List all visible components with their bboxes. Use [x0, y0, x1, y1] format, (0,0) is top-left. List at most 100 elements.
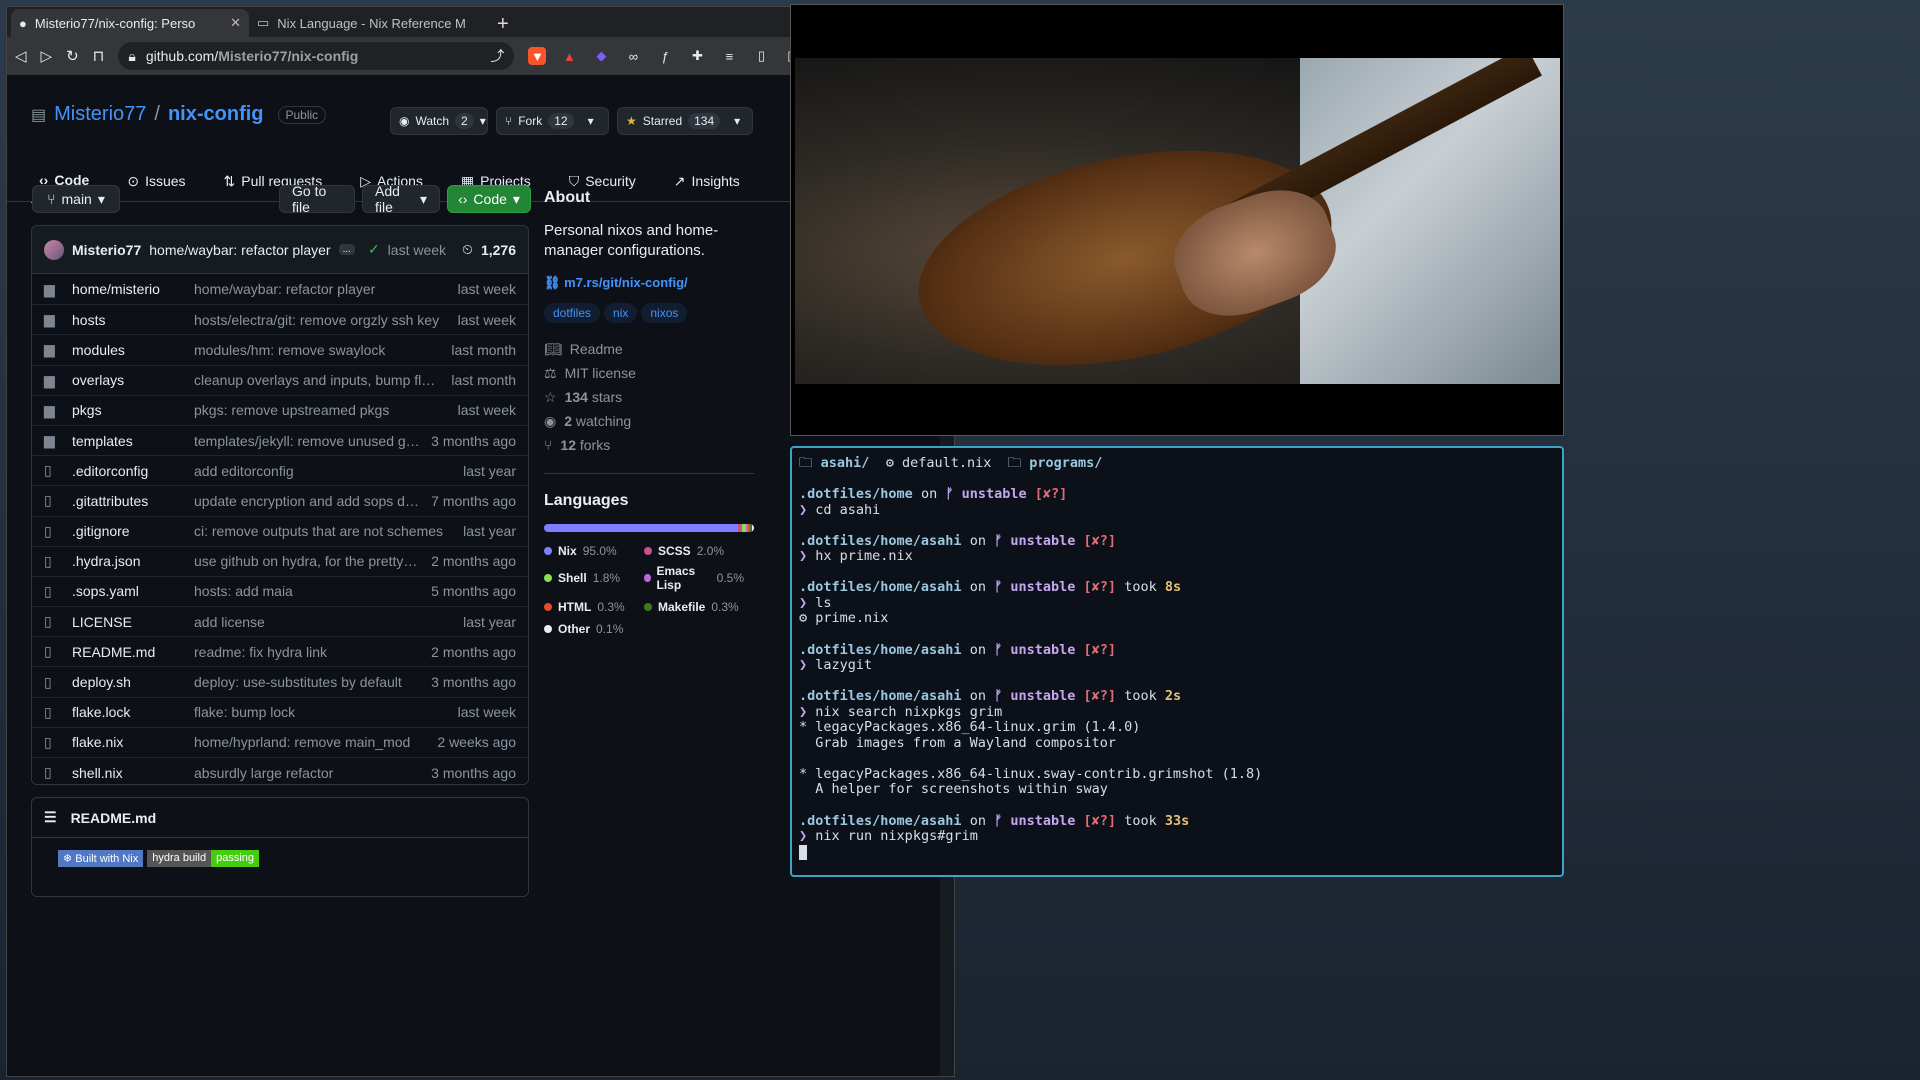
video-player-window[interactable] [790, 4, 1564, 436]
watch-button[interactable]: ◉ Watch 2 ▾ [390, 107, 488, 135]
built-with-nix-badge[interactable]: ❄ Built with Nix [58, 850, 144, 867]
language-item[interactable]: Other 0.1% [544, 622, 644, 636]
file-commit-message[interactable]: flake: bump lock [194, 704, 458, 720]
extension-icon[interactable]: ◆ [592, 47, 610, 65]
topic-tag[interactable]: dotfiles [544, 303, 601, 323]
website-link[interactable]: ⛓ m7.rs/git/nix-config/ [544, 275, 754, 291]
new-tab-button[interactable]: + [487, 11, 519, 37]
file-name[interactable]: .editorconfig [72, 463, 194, 479]
code-button[interactable]: ‹› Code ▾ [447, 185, 531, 213]
go-to-file-button[interactable]: Go to file [279, 183, 355, 215]
file-commit-message[interactable]: add editorconfig [194, 463, 463, 479]
output-text: Grab images from a Wayland compositor [799, 734, 1116, 751]
stars-link[interactable]: ☆ 134 stars [544, 385, 754, 409]
extension-glasses-icon[interactable]: ∞ [624, 47, 642, 65]
address-bar[interactable]: 🔒︎ github.com/Misterio77/nix-config ⤴ [118, 42, 515, 70]
chevron-down-icon[interactable]: ▾ [734, 114, 740, 128]
close-tab-icon[interactable]: ✕ [230, 15, 241, 31]
prompt-line: .dotfiles/home/asahi on ᚠ unstable [✘?] … [799, 813, 1555, 830]
bookmark-icon[interactable]: ⊓ [93, 47, 105, 65]
file-name[interactable]: flake.lock [72, 704, 194, 720]
file-commit-message[interactable]: readme: fix hydra link [194, 644, 431, 660]
readme-header: ☰ README.md [32, 798, 528, 838]
file-commit-message[interactable]: ci: remove outputs that are not schemes [194, 523, 463, 539]
language-item[interactable]: Emacs Lisp 0.5% [644, 564, 744, 592]
file-name[interactable]: .gitignore [72, 523, 194, 539]
file-commit-message[interactable]: update encryption and add sops differ [194, 493, 431, 509]
commit-message[interactable]: home/waybar: refactor player [149, 242, 330, 258]
topic-tag[interactable]: nix [604, 303, 638, 323]
file-name[interactable]: shell.nix [72, 765, 194, 781]
file-commit-message[interactable]: modules/hm: remove swaylock [194, 342, 451, 358]
prompt-path: .dotfiles/home [799, 486, 913, 503]
forks-link[interactable]: ⑂ 12 forks [544, 433, 754, 457]
brave-rewards-icon[interactable]: ▲ [560, 47, 578, 65]
file-commit-message[interactable]: absurdly large refactor [194, 765, 431, 781]
forward-icon[interactable]: ▷ [41, 47, 53, 65]
file-commit-message[interactable]: pkgs: remove upstreamed pkgs [194, 402, 458, 418]
branch-select[interactable]: ⑂ main ▾ [32, 185, 120, 213]
file-name[interactable]: README.md [72, 644, 194, 660]
file-commit-message[interactable]: home/hyprland: remove main_mod [194, 734, 437, 750]
brave-shield-icon[interactable]: ▼ [528, 47, 547, 65]
browser-tab-github[interactable]: ● Misterio77/nix-config: Perso ✕ [11, 9, 249, 37]
file-commit-message[interactable]: hosts/electra/git: remove orgzly ssh key [194, 312, 458, 328]
license-link[interactable]: ⚖ MIT license [544, 361, 754, 385]
file-commit-message[interactable]: deploy: use-substitutes by default [194, 674, 431, 690]
reload-icon[interactable]: ↻ [66, 47, 79, 65]
file-name[interactable]: modules [72, 342, 194, 358]
hydra-build-badge[interactable]: hydra build passing [147, 850, 259, 867]
folder-icon: ▆ [44, 401, 55, 418]
readme-label: Readme [569, 341, 623, 357]
file-commit-message[interactable]: use github on hydra, for the pretty chec… [194, 553, 431, 569]
terminal-window[interactable]: 🗀 asahi/ ⚙ default.nix 🗀 programs/ .dotf… [790, 446, 1564, 877]
watching-link[interactable]: ◉ 2 watching [544, 409, 754, 433]
file-commit-message[interactable]: templates/jekyll: remove unused gemset..… [194, 433, 431, 449]
extension-function-icon[interactable]: ƒ [656, 47, 674, 65]
file-name[interactable]: flake.nix [72, 734, 194, 750]
language-dot [544, 574, 552, 582]
chevron-down-icon[interactable]: ▾ [588, 114, 594, 128]
commit-count[interactable]: 1,276 [481, 242, 516, 258]
browser-tab-nix-language[interactable]: ▭ Nix Language - Nix Reference M [249, 9, 487, 37]
file-commit-message[interactable]: home/waybar: refactor player [194, 281, 458, 297]
file-name[interactable]: deploy.sh [72, 674, 194, 690]
add-file-button[interactable]: Add file ▾ [362, 183, 440, 215]
topic-tag[interactable]: nixos [641, 303, 688, 323]
terminal-blank [799, 627, 1555, 643]
file-commit-message[interactable]: cleanup overlays and inputs, bump flake [194, 372, 451, 388]
fork-button[interactable]: ⑂ Fork 12 ▾ [496, 107, 609, 135]
back-icon[interactable]: ◁ [15, 47, 27, 65]
file-name[interactable]: overlays [72, 372, 194, 388]
file-name[interactable]: LICENSE [72, 614, 194, 630]
avatar[interactable] [44, 239, 64, 260]
file-name[interactable]: .sops.yaml [72, 583, 194, 599]
share-icon[interactable]: ⤴ [490, 46, 504, 66]
terminal-cursor[interactable] [799, 844, 807, 860]
language-item[interactable]: Shell 1.8% [544, 571, 644, 585]
language-item[interactable]: Makefile 0.3% [644, 600, 744, 614]
file-name[interactable]: home/misterio [72, 281, 194, 297]
language-item[interactable]: HTML 0.3% [544, 600, 644, 614]
file-commit-message[interactable]: hosts: add maia [194, 583, 431, 599]
file-name[interactable]: hosts [72, 312, 194, 328]
playlist-icon[interactable]: ≡ [720, 47, 738, 65]
commit-expand-button[interactable]: ... [338, 244, 355, 255]
tab-issues[interactable]: ⊙ Issues [119, 159, 193, 203]
took-label: took [1124, 579, 1157, 596]
extensions-puzzle-icon[interactable]: ✚ [688, 47, 706, 65]
file-name[interactable]: .hydra.json [72, 553, 194, 569]
language-item[interactable]: Nix 95.0% [544, 544, 644, 558]
file-name[interactable]: pkgs [72, 402, 194, 418]
repo-owner-link[interactable]: Misterio77 [54, 103, 146, 126]
file-name[interactable]: .gitattributes [72, 493, 194, 509]
list-icon[interactable]: ☰ [44, 809, 57, 826]
star-button[interactable]: ★ Starred 134 ▾ [617, 107, 753, 135]
commit-author[interactable]: Misterio77 [72, 242, 141, 258]
language-item[interactable]: SCSS 2.0% [644, 544, 744, 558]
file-name[interactable]: templates [72, 433, 194, 449]
sidebar-icon[interactable]: ▯ [752, 47, 770, 65]
file-commit-message[interactable]: add license [194, 614, 463, 630]
repo-name-link[interactable]: nix-config [168, 103, 264, 126]
readme-link[interactable]: 📖︎ Readme [544, 337, 754, 361]
